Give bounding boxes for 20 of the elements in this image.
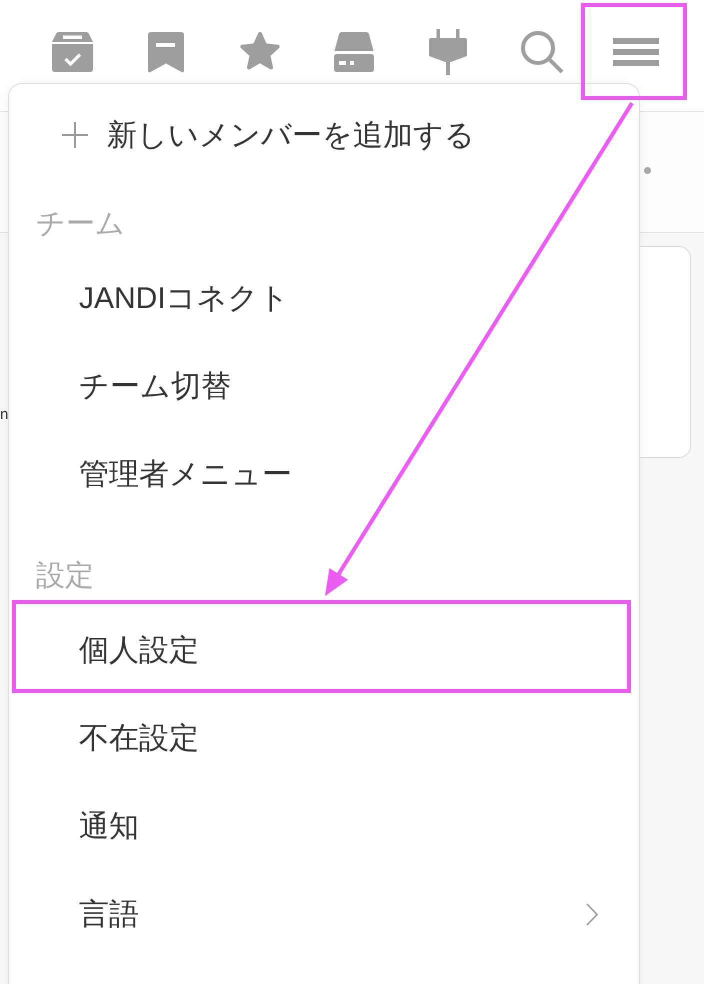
section-title: 設定 — [35, 559, 95, 594]
drive-icon — [334, 32, 374, 72]
menu-item[interactable]: JANDIコネクト — [9, 254, 639, 342]
menu-item[interactable]: 管理者メニュー — [9, 430, 639, 518]
bookmark-icon — [148, 32, 184, 72]
archive-check-icon — [52, 32, 92, 72]
plus-icon — [62, 122, 88, 148]
text-fragment: n — [0, 406, 8, 424]
menu-item[interactable]: 不在設定 — [9, 694, 639, 782]
search-icon — [520, 30, 564, 74]
menu-item[interactable]: 言語 — [9, 870, 639, 958]
menu-item[interactable]: 個人設定 — [9, 606, 639, 694]
star-icon — [239, 32, 281, 72]
section-title: チーム — [35, 207, 126, 242]
menu-item[interactable]: チーム切替 — [9, 342, 639, 430]
dot-icon — [644, 166, 651, 174]
plug-icon — [429, 29, 467, 75]
menu-icon — [613, 38, 659, 66]
add-member-item[interactable]: 新しいメンバーを追加する — [9, 91, 639, 179]
menu-item[interactable]: 通知 — [9, 782, 639, 870]
